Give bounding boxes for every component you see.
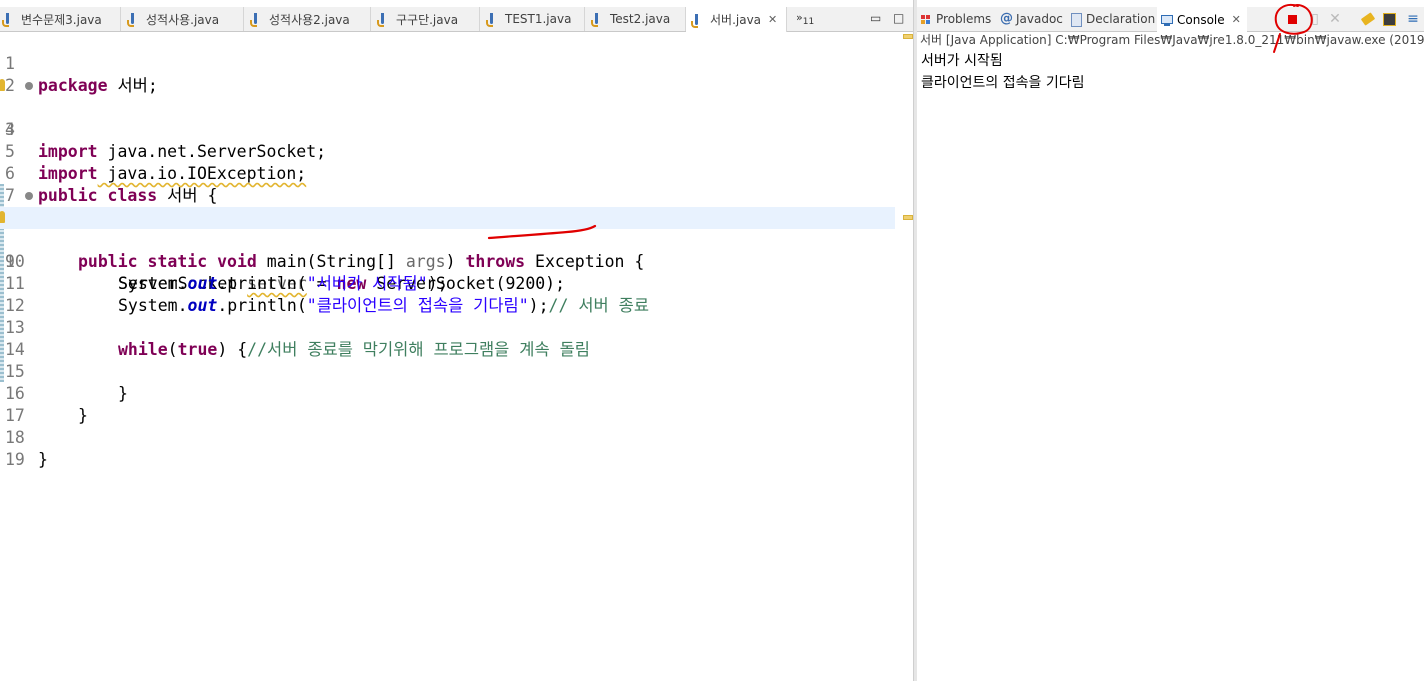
code-line: 6 public class 서버 { <box>0 141 895 205</box>
code-text-area[interactable]: 1 package 서버; 2 3 import java.io.IOExcep… <box>0 31 913 681</box>
overview-warning-marker[interactable] <box>903 215 913 220</box>
warning-icon[interactable] <box>0 79 5 91</box>
tab-test1[interactable]: TEST1.java <box>480 7 585 31</box>
tab-test2[interactable]: Test2.java <box>585 7 686 31</box>
tab-label: 성적사용.java <box>146 12 220 27</box>
java-file-icon <box>250 12 260 27</box>
word-wrap-icon: ≡ <box>1407 11 1419 27</box>
tab-console[interactable]: Console ✕ <box>1157 7 1247 32</box>
tab-seongjeok2[interactable]: 성적사용2.java <box>244 7 371 31</box>
word-wrap-button[interactable]: ≡ <box>1405 11 1421 27</box>
fold-toggle-icon[interactable] <box>25 82 33 90</box>
terminate-button[interactable] <box>1284 11 1300 27</box>
warning-icon[interactable] <box>0 211 5 223</box>
problems-icon <box>920 13 932 25</box>
console-view-pane: Problems @ Javadoc Declaration Console ✕… <box>917 0 1424 681</box>
tab-label: 변수문제3.java <box>21 12 102 27</box>
tab-label: Test2.java <box>610 12 671 26</box>
code-line: 11 System.out.println("클라이언트의 접속을 기다림");… <box>0 251 895 315</box>
remove-launch-button[interactable]: ▯ <box>1307 11 1323 27</box>
code-line: 15 } <box>0 339 895 403</box>
tab-label: 서버.java <box>710 13 762 27</box>
tab-label: TEST1.java <box>505 12 572 26</box>
terminate-icon <box>1287 14 1297 24</box>
javadoc-icon: @ <box>1000 11 1013 26</box>
code-line: 16 } <box>0 361 895 425</box>
remove-all-button[interactable]: ✕ <box>1327 11 1343 27</box>
close-icon[interactable]: ✕ <box>768 13 777 26</box>
java-file-icon <box>591 12 601 27</box>
console-output-line: 클라이언트의 접속을 기다림 <box>921 75 1085 91</box>
code-line: 8 public static void main(String[] args)… <box>0 185 895 271</box>
code-line: 12 <box>0 273 895 315</box>
remove-all-icon: ✕ <box>1329 11 1341 27</box>
tab-gugudan[interactable]: 구구단.java <box>371 7 480 31</box>
tab-label: Console <box>1177 12 1225 27</box>
code-line: 3 import java.io.IOException; <box>0 75 895 183</box>
tab-overflow-button[interactable]: »11 <box>796 7 826 31</box>
tab-label: 성적사용2.java <box>269 12 350 27</box>
code-line: 2 <box>0 53 895 95</box>
tab-declaration[interactable]: Declaration <box>1070 7 1155 31</box>
java-file-icon <box>2 12 12 27</box>
maximize-icon[interactable]: □ <box>893 11 904 25</box>
clear-console-icon <box>1360 12 1376 26</box>
clear-console-button[interactable] <box>1360 11 1376 27</box>
remove-launch-icon: ▯ <box>1311 11 1319 27</box>
tab-label: 구구단.java <box>396 12 459 27</box>
close-icon[interactable]: ✕ <box>1232 13 1241 26</box>
editor-tab-bar: 변수문제3.java 성적사용.java 성적사용2.java 구구단.java… <box>0 7 913 32</box>
java-file-icon <box>691 13 701 28</box>
tab-problems[interactable]: Problems <box>920 7 991 31</box>
code-line: 14 <box>0 317 895 359</box>
code-line: 7 <box>0 163 895 205</box>
chevron-double-right-icon: »11 <box>796 10 815 28</box>
scroll-lock-icon <box>1382 12 1396 26</box>
code-line: 17 <box>0 383 895 425</box>
java-file-icon <box>377 12 387 27</box>
code-line: 18 } <box>0 405 895 469</box>
fold-toggle-icon[interactable] <box>25 192 33 200</box>
code-editor-pane: 변수문제3.java 성적사용.java 성적사용2.java 구구단.java… <box>0 0 913 681</box>
minimize-icon[interactable]: ▭ <box>870 11 881 25</box>
tab-server-active[interactable]: 서버.java ✕ <box>686 7 787 32</box>
tab-label: Javadoc <box>1016 12 1063 26</box>
code-line: 4 import java.net.ServerSocket; <box>0 97 895 161</box>
overview-warning-marker[interactable] <box>903 34 913 39</box>
view-tab-bar: Problems @ Javadoc Declaration Console ✕… <box>917 7 1424 32</box>
java-file-icon <box>127 12 137 27</box>
tab-label: Declaration <box>1086 12 1156 26</box>
console-icon <box>1161 14 1173 26</box>
console-launch-header: 서버 [Java Application] C:₩Program Files₩J… <box>920 33 1424 47</box>
tab-byunsu3[interactable]: 변수문제3.java <box>0 7 121 31</box>
console-output-line: 서버가 시작됨 <box>921 53 1003 69</box>
code-line: 5 <box>0 119 895 161</box>
code-line: 13 while(true) {//서버 종료를 막기위해 프로그램을 계속 돌… <box>0 295 895 359</box>
tab-javadoc[interactable]: @ Javadoc <box>1000 7 1063 31</box>
code-line: 1 package 서버; <box>0 31 895 95</box>
code-line-current: 9 ServerSocket server = new ServerSocket… <box>0 207 895 293</box>
declaration-icon <box>1070 13 1082 27</box>
line-number: 19 <box>5 450 25 469</box>
code-line: 19 <box>0 427 895 469</box>
java-file-icon <box>486 12 496 27</box>
scroll-lock-button[interactable] <box>1381 11 1397 27</box>
code-line: 10 System.out.println("서버가 시작됨"); <box>0 229 895 293</box>
tab-label: Problems <box>936 12 992 26</box>
tab-seongjeok[interactable]: 성적사용.java <box>121 7 244 31</box>
